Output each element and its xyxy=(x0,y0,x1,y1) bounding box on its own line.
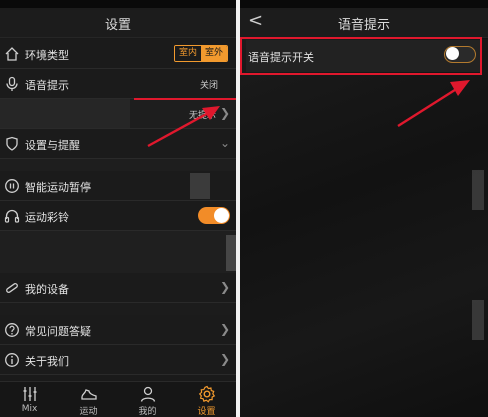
mosaic-blur xyxy=(0,159,236,171)
settings-header: 设置 xyxy=(0,8,236,38)
home-icon xyxy=(5,47,19,61)
switch-knob xyxy=(214,208,229,223)
voice-prompt-value: 关闭 xyxy=(199,81,218,91)
setting-row-faq[interactable]: 常见问题答疑 ❯ xyxy=(0,315,236,345)
person-icon xyxy=(140,386,155,402)
setting-row-voice-prompt[interactable]: 语音提示 关闭 xyxy=(0,69,236,99)
chevron-right-icon: ❯ xyxy=(219,280,230,294)
status-bar xyxy=(0,0,236,8)
equalizer-icon xyxy=(23,387,36,401)
band-icon xyxy=(6,283,18,293)
mosaic-blur xyxy=(226,235,236,271)
setting-row-my-device[interactable]: 我的设备 ❯ xyxy=(0,273,236,303)
microphone-icon xyxy=(6,76,18,91)
mosaic-blur xyxy=(0,231,236,273)
setting-row-ringtone[interactable]: 运动彩铃 xyxy=(0,201,236,231)
tab-label: 我的 xyxy=(138,407,157,417)
status-bar xyxy=(240,0,488,8)
my-device-label: 我的设备 xyxy=(25,283,69,296)
tab-label: 运动 xyxy=(79,407,98,417)
voice-prompt-label: 语音提示 xyxy=(25,79,69,92)
tab-label: Mix xyxy=(21,404,38,414)
indoor-option[interactable]: 室内 xyxy=(174,46,201,61)
tab-mine[interactable]: 我的 xyxy=(118,382,177,417)
page-title: 设置 xyxy=(104,18,131,33)
tab-label: 设置 xyxy=(197,407,216,417)
chevron-right-icon: ❯ xyxy=(219,352,230,366)
mosaic-blur xyxy=(472,300,484,340)
tab-sport[interactable]: 运动 xyxy=(59,382,118,417)
tab-mix[interactable]: Mix xyxy=(0,382,59,417)
headphones-icon xyxy=(4,209,20,223)
ringtone-label: 运动彩铃 xyxy=(25,211,69,224)
environment-label: 环境类型 xyxy=(25,49,69,62)
voice-prompt-header: < 语音提示 xyxy=(240,8,488,38)
question-circle-icon xyxy=(5,323,19,337)
voice-switch-row[interactable]: 语音提示开关 xyxy=(246,40,482,72)
annotation-arrow xyxy=(147,106,220,148)
mosaic-blur xyxy=(472,170,484,210)
info-circle-icon xyxy=(5,353,19,367)
outdoor-option[interactable]: 室外 xyxy=(200,46,227,61)
annotation-arrow xyxy=(397,80,470,128)
mosaic-blur xyxy=(190,173,210,199)
shoe-icon xyxy=(80,389,97,400)
tab-settings[interactable]: 设置 xyxy=(177,382,236,417)
environment-toggle: 室内 室外 xyxy=(173,45,228,62)
chevron-right-icon: ❯ xyxy=(219,322,230,336)
bottom-tab-bar: Mix 运动 我的 设置 xyxy=(0,381,236,417)
settings-panel: 设置 环境类型 室内 室外 语音提示 关闭 无提示 ❯ 设置与提醒 ⌄ xyxy=(0,0,236,417)
setting-row-environment: 环境类型 室内 室外 xyxy=(0,39,236,69)
gear-icon xyxy=(198,385,215,403)
ringtone-switch[interactable] xyxy=(198,207,230,224)
goal-label: 设置与提醒 xyxy=(25,139,80,152)
shield-icon xyxy=(6,136,18,151)
mosaic-blur xyxy=(0,99,130,128)
switch-knob xyxy=(446,47,459,60)
faq-label: 常见问题答疑 xyxy=(25,325,91,338)
mosaic-blur xyxy=(0,303,236,315)
about-label: 关于我们 xyxy=(25,355,69,368)
pause-circle-icon xyxy=(5,179,19,193)
voice-prompt-switch[interactable] xyxy=(444,46,476,63)
setting-row-auto-pause[interactable]: 智能运动暂停 xyxy=(0,171,236,201)
auto-pause-label: 智能运动暂停 xyxy=(25,181,91,194)
setting-row-about[interactable]: 关于我们 ❯ xyxy=(0,345,236,375)
voice-prompt-panel: < 语音提示 语音提示开关 xyxy=(240,0,488,417)
voice-switch-label: 语音提示开关 xyxy=(248,51,314,64)
page-title: 语音提示 xyxy=(337,18,390,33)
